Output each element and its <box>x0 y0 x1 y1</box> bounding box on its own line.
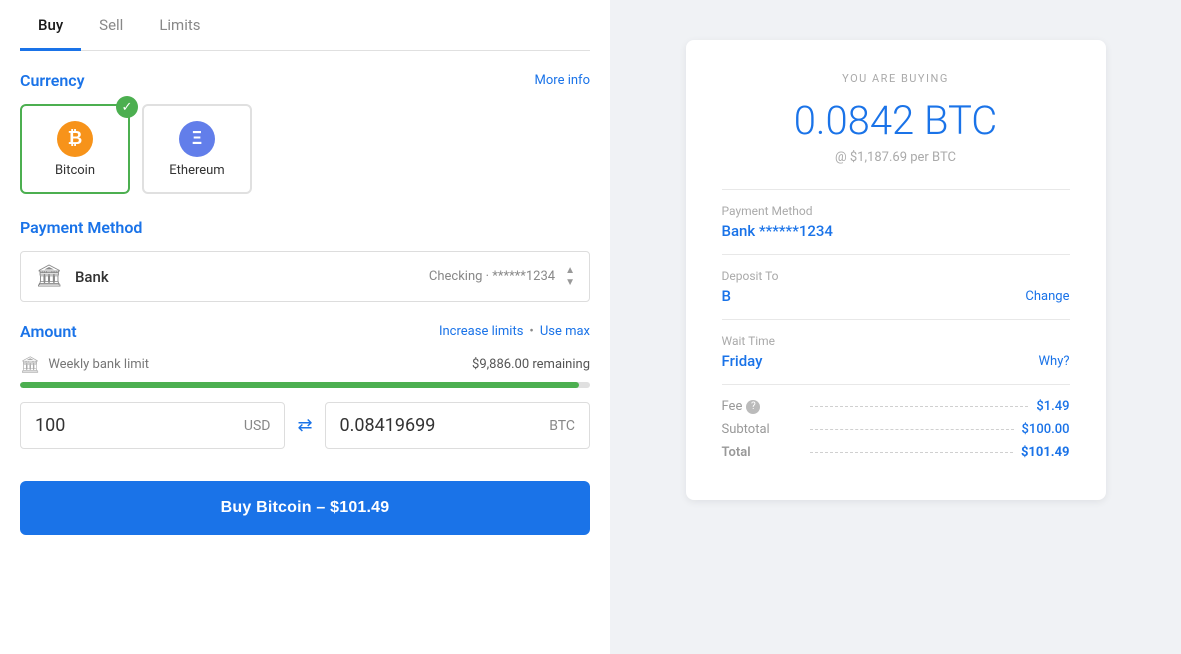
fee-label: Fee ? <box>722 399 802 414</box>
limit-icon: 🏛 <box>20 355 40 374</box>
subtotal-row: Subtotal $100.00 <box>722 422 1070 437</box>
currency-card-btc[interactable]: ✓ ₿ Bitcoin <box>20 104 130 194</box>
bank-name: Bank <box>75 268 109 286</box>
currency-card-eth[interactable]: Ξ Ethereum <box>142 104 252 194</box>
subtotal-label: Subtotal <box>722 422 802 437</box>
currency-title: Currency <box>20 71 85 90</box>
right-panel: YOU ARE BUYING 0.0842 BTC @ $1,187.69 pe… <box>610 0 1181 654</box>
payment-section: Payment Method 🏛 Bank Checking · ******1… <box>20 218 590 302</box>
currency-section-header: Currency More info <box>20 71 590 90</box>
usd-currency: USD <box>244 418 271 434</box>
dropdown-arrow-icon: ▲ ▼ <box>565 266 575 288</box>
weekly-limit-row: 🏛 Weekly bank limit $9,886.00 remaining <box>20 355 590 374</box>
subtotal-value: $100.00 <box>1022 422 1070 437</box>
amount-title: Amount <box>20 322 77 341</box>
btc-input-box[interactable]: 0.08419699 BTC <box>325 402 590 449</box>
tabs: Buy Sell Limits <box>20 0 590 51</box>
tab-limits[interactable]: Limits <box>141 0 218 51</box>
selected-checkmark: ✓ <box>116 96 138 118</box>
wait-time-row: Wait Time Friday Why? <box>722 334 1070 370</box>
amount-header: Amount Increase limits • Use max <box>20 322 590 341</box>
eth-label: Ethereum <box>169 163 224 178</box>
bank-icon: 🏛 <box>35 264 63 289</box>
bank-details: Checking · ******1234 <box>429 269 555 284</box>
total-value: $101.49 <box>1021 445 1070 460</box>
progress-bar <box>20 382 590 388</box>
why-link[interactable]: Why? <box>1039 354 1070 369</box>
deposit-to-label: Deposit To <box>722 269 1070 283</box>
deposit-to-row: Deposit To B Change <box>722 269 1070 305</box>
limit-label: Weekly bank limit <box>48 357 149 372</box>
total-row: Total $101.49 <box>722 445 1070 460</box>
summary-rate: @ $1,187.69 per BTC <box>722 150 1070 165</box>
amount-section: Amount Increase limits • Use max 🏛 Weekl… <box>20 322 590 465</box>
btc-icon: ₿ <box>57 121 93 157</box>
currency-cards: ✓ ₿ Bitcoin Ξ Ethereum <box>20 104 590 194</box>
buy-button[interactable]: Buy Bitcoin – $101.49 <box>20 481 590 535</box>
fee-dots-2 <box>810 429 1014 430</box>
fee-dots-1 <box>810 406 1029 407</box>
usd-input-box[interactable]: 100 USD <box>20 402 285 449</box>
payment-method-dropdown[interactable]: 🏛 Bank Checking · ******1234 ▲ ▼ <box>20 251 590 302</box>
fee-info-icon[interactable]: ? <box>746 400 760 414</box>
payment-method-row: Payment Method Bank ******1234 <box>722 204 1070 240</box>
fee-value: $1.49 <box>1036 399 1069 414</box>
increase-limits-link[interactable]: Increase limits <box>439 324 523 339</box>
divider-2 <box>722 254 1070 255</box>
fee-dots-3 <box>810 452 1013 453</box>
wait-time-value: Friday <box>722 352 763 370</box>
tab-buy[interactable]: Buy <box>20 0 81 51</box>
wait-time-content: Friday Why? <box>722 352 1070 370</box>
summary-card: YOU ARE BUYING 0.0842 BTC @ $1,187.69 pe… <box>686 40 1106 500</box>
swap-icon: ⇄ <box>297 415 312 436</box>
total-label: Total <box>722 445 802 460</box>
btc-value: 0.08419699 <box>340 415 550 436</box>
more-info-link[interactable]: More info <box>535 73 590 88</box>
payment-method-value: Bank ******1234 <box>722 222 1070 240</box>
summary-amount: 0.0842 BTC <box>722 97 1070 144</box>
tab-sell[interactable]: Sell <box>81 0 141 51</box>
btc-label: Bitcoin <box>55 163 95 178</box>
fee-row: Fee ? $1.49 <box>722 399 1070 414</box>
payment-title: Payment Method <box>20 218 142 237</box>
eth-icon: Ξ <box>179 121 215 157</box>
left-panel: Buy Sell Limits Currency More info ✓ ₿ B… <box>0 0 610 654</box>
limit-remaining: $9,886.00 remaining <box>472 357 590 372</box>
separator-dot: • <box>529 324 533 339</box>
progress-fill <box>20 382 579 388</box>
deposit-to-content: B Change <box>722 287 1070 305</box>
divider-1 <box>722 189 1070 190</box>
divider-3 <box>722 319 1070 320</box>
wait-time-label: Wait Time <box>722 334 1070 348</box>
payment-section-header: Payment Method <box>20 218 590 237</box>
usd-value: 100 <box>35 415 244 436</box>
deposit-to-value: B <box>722 287 731 305</box>
you-are-buying-label: YOU ARE BUYING <box>722 72 1070 85</box>
use-max-link[interactable]: Use max <box>540 324 590 339</box>
divider-4 <box>722 384 1070 385</box>
change-link[interactable]: Change <box>1025 289 1069 304</box>
amount-links: Increase limits • Use max <box>439 324 590 339</box>
amount-inputs: 100 USD ⇄ 0.08419699 BTC <box>20 402 590 449</box>
payment-method-label: Payment Method <box>722 204 1070 218</box>
btc-currency: BTC <box>549 418 575 434</box>
